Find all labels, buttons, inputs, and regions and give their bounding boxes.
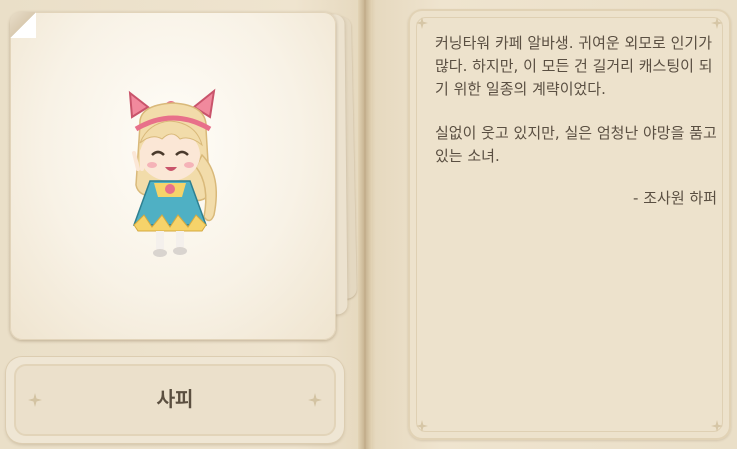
sparkle-icon bbox=[711, 420, 723, 432]
sparkle-icon bbox=[416, 420, 428, 432]
description-text: 커닝타워 카페 알바생. 귀여운 외모로 인기가 많다. 하지만, 이 모든 건… bbox=[435, 32, 717, 210]
description-paragraph: 실없이 웃고 있지만, 실은 엄청난 야망을 품고 있는 소녀. bbox=[435, 124, 717, 165]
character-sprite bbox=[128, 88, 217, 257]
sparkle-icon bbox=[416, 17, 428, 29]
page-curl bbox=[10, 12, 36, 38]
description-paragraph: 커닝타워 카페 알바생. 귀여운 외모로 인기가 많다. 하지만, 이 모든 건… bbox=[435, 34, 713, 98]
name-plate: 사피 bbox=[6, 357, 344, 443]
book-spine bbox=[358, 0, 372, 449]
character-name: 사피 bbox=[156, 387, 194, 411]
signature: - 조사원 하퍼 bbox=[633, 189, 717, 207]
sparkle-icon bbox=[308, 393, 322, 407]
sparkle-icon bbox=[711, 17, 723, 29]
